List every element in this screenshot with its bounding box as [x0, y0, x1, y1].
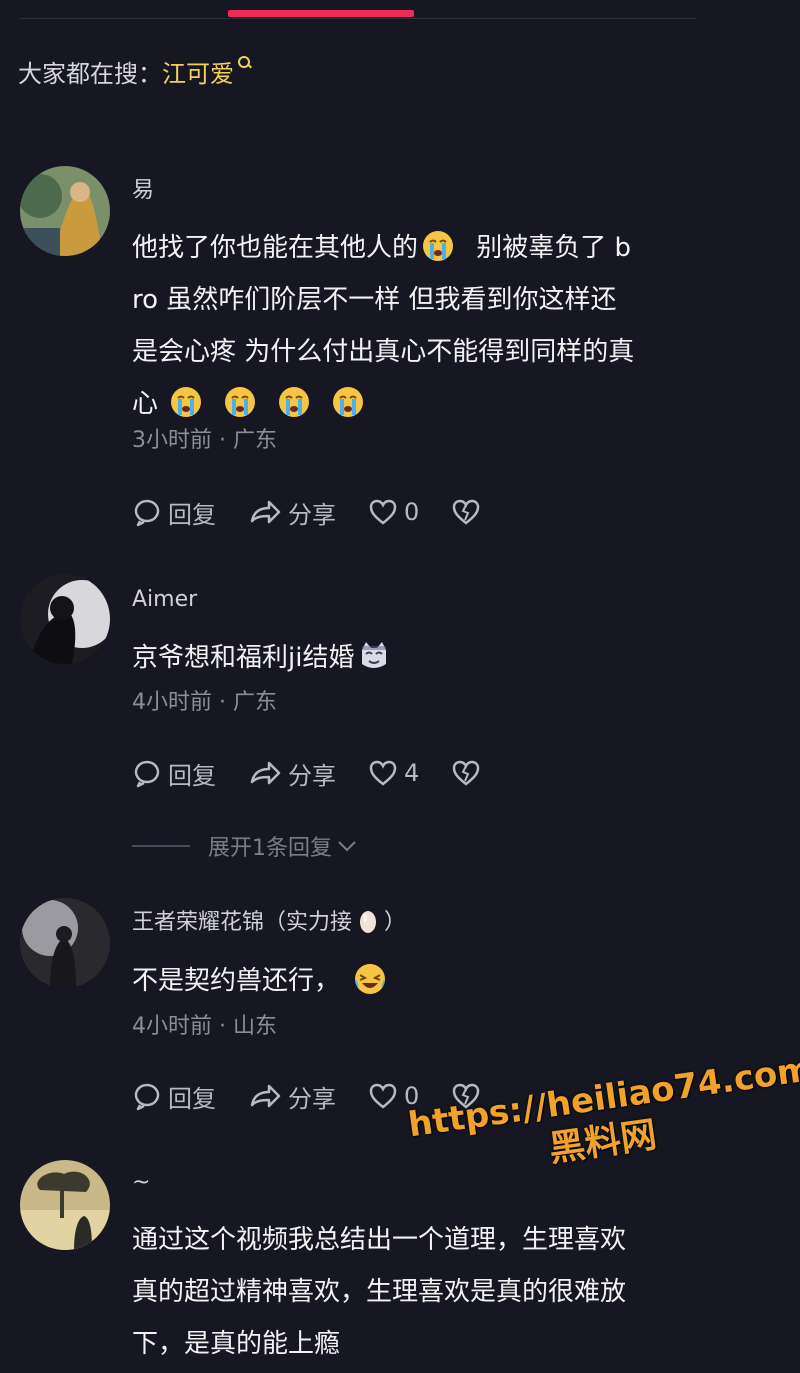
- broken-heart-icon: [453, 499, 480, 525]
- cat-face-emoji-icon: [362, 642, 387, 668]
- avatar[interactable]: [20, 898, 110, 988]
- reply-label: 回复: [168, 761, 216, 790]
- comment-content: 京爷想和福利ji结婚: [132, 632, 702, 684]
- crying-emoji-icon: [423, 231, 454, 261]
- laughing-crying-emoji-icon: [355, 964, 386, 994]
- expand-replies-label: 展开1条回复: [208, 836, 332, 861]
- chevron-down-icon: [338, 841, 356, 852]
- hot-search-prefix: 大家都在搜：: [18, 60, 162, 88]
- comment-line: 别被辜负了 b: [476, 233, 632, 263]
- share-label: 分享: [288, 500, 336, 529]
- hot-search-bar[interactable]: 大家都在搜：江可爱: [18, 54, 252, 94]
- comment-line: 京爷想和福利ji结婚: [132, 643, 355, 673]
- comment-line: 是会心疼 为什么付出真心不能得到同样的真: [132, 337, 635, 367]
- comment-bubble-icon: [134, 760, 160, 788]
- comment-line: 他找了你也能在其他人的: [132, 233, 419, 263]
- share-button[interactable]: 分享: [248, 495, 336, 530]
- hot-search-keyword[interactable]: 江可爱: [162, 60, 234, 88]
- comment-actions: 回复 分享 4: [132, 753, 519, 793]
- crying-emoji-icon: [279, 387, 310, 417]
- active-tab-indicator: [228, 10, 414, 17]
- share-arrow-icon: [250, 500, 281, 524]
- crying-emoji-icon: [171, 387, 202, 417]
- comment-time-location: 3小时前 · 广东: [132, 428, 277, 453]
- watermark: https://heiliao74.com 黑料网: [406, 1049, 800, 1192]
- comment-line: 心: [132, 389, 159, 419]
- comment-line: ro 虽然咋们阶层不一样 但我看到你这样还: [132, 285, 617, 315]
- heart-icon: [369, 1083, 397, 1109]
- comment-content: 不是契约兽还行，: [132, 955, 702, 1007]
- avatar[interactable]: [20, 1160, 110, 1250]
- reply-button[interactable]: 回复: [132, 1079, 216, 1114]
- comment-username[interactable]: 易: [132, 174, 154, 208]
- expand-replies-button[interactable]: 展开1条回复: [132, 830, 358, 862]
- like-count: 0: [404, 498, 420, 526]
- comment-username[interactable]: 王者荣耀花锦（实力接 ）: [132, 906, 406, 940]
- comment-time-location: 4小时前 · 山东: [132, 1014, 277, 1039]
- comment-content: 通过这个视频我总结出一个道理，生理喜欢 真的超过精神喜欢，生理喜欢是真的很难放 …: [132, 1214, 702, 1370]
- comment-actions: 回复 分享 0: [132, 492, 519, 532]
- like-count: 4: [404, 759, 420, 787]
- reply-label: 回复: [168, 1084, 216, 1113]
- reply-label: 回复: [168, 500, 216, 529]
- comment-time-location: 4小时前 · 广东: [132, 690, 277, 715]
- username-text: 王者荣耀花锦（实力接: [132, 910, 353, 935]
- comment-username[interactable]: Aimer: [132, 583, 197, 617]
- egg-icon: [360, 911, 377, 933]
- share-label: 分享: [288, 761, 336, 790]
- comment-line: 不是契约兽还行，: [132, 966, 341, 996]
- comment-line: 下，是真的能上瘾: [132, 1329, 341, 1359]
- heart-icon: [369, 499, 397, 525]
- reply-button[interactable]: 回复: [132, 495, 216, 530]
- like-button[interactable]: 0: [368, 498, 419, 526]
- share-button[interactable]: 分享: [248, 1079, 336, 1114]
- comment-username[interactable]: ~: [132, 1166, 150, 1200]
- share-arrow-icon: [250, 1084, 281, 1108]
- search-icon[interactable]: [238, 56, 252, 70]
- reply-button[interactable]: 回复: [132, 756, 216, 791]
- crying-emoji-icon: [225, 387, 256, 417]
- comment-content: 他找了你也能在其他人的 别被辜负了 b ro 虽然咋们阶层不一样 但我看到你这样…: [132, 222, 702, 430]
- comment-line: 真的超过精神喜欢，生理喜欢是真的很难放: [132, 1277, 627, 1307]
- dislike-button[interactable]: [451, 498, 487, 526]
- expand-divider: [132, 845, 190, 847]
- comment-bubble-icon: [134, 1083, 160, 1111]
- comment-bubble-icon: [134, 499, 160, 527]
- share-button[interactable]: 分享: [248, 756, 336, 791]
- comment-line: 通过这个视频我总结出一个道理，生理喜欢: [132, 1225, 627, 1255]
- dislike-button[interactable]: [451, 759, 487, 787]
- share-label: 分享: [288, 1084, 336, 1113]
- avatar[interactable]: [20, 166, 110, 256]
- heart-icon: [369, 760, 397, 786]
- username-text-end: ）: [384, 910, 407, 935]
- broken-heart-icon: [453, 760, 480, 786]
- crying-emoji-icon: [333, 387, 364, 417]
- like-button[interactable]: 4: [368, 759, 419, 787]
- avatar[interactable]: [20, 574, 110, 664]
- tab-bar-divider: [20, 18, 696, 19]
- share-arrow-icon: [250, 761, 281, 785]
